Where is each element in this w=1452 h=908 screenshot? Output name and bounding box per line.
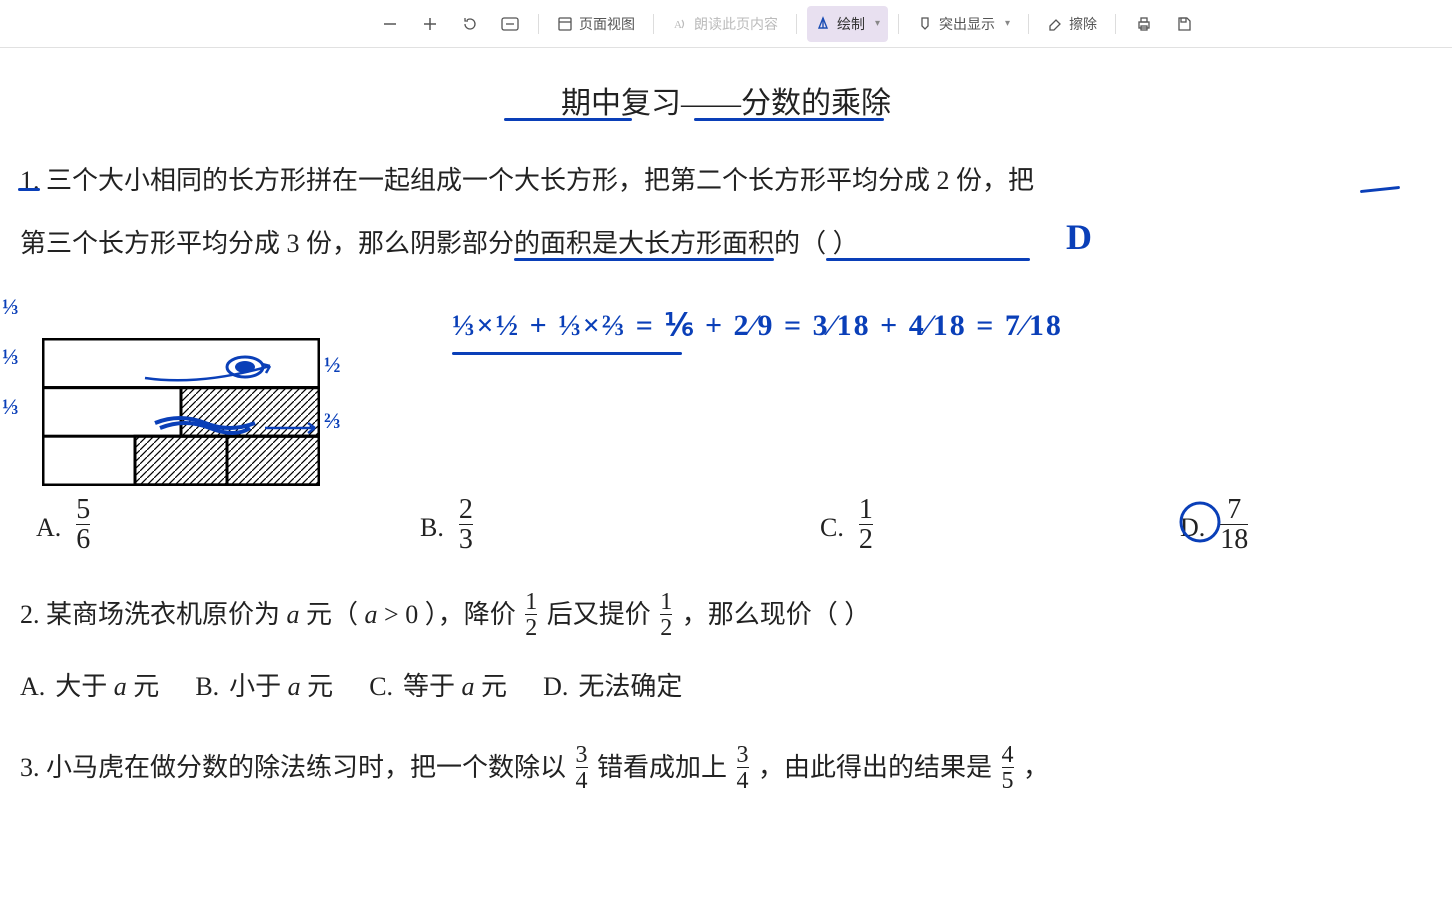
q2-f2d: 2 [660,614,672,640]
zoom-in-button[interactable] [412,6,448,42]
ink-row1-label: ⅓ [2,294,19,320]
opt-c-num: 1 [859,496,873,524]
opt-a-den: 6 [76,524,90,554]
q1-option-c: C. 12 [820,498,1180,556]
q2-f1n: 1 [525,590,537,614]
fit-page-button[interactable] [492,6,528,42]
q1-line1: 1. 三个大小相同的长方形拼在一起组成一个大长方形，把第二个长方形平均分成 2 … [20,152,1432,209]
rotate-button[interactable] [452,6,488,42]
opt-b-den: 3 [459,524,473,554]
toolbar-separator [538,14,539,34]
q2-e: ，那么现价（ ） [675,600,870,629]
q1-option-a: A. 56 [20,498,420,556]
page-view-label: 页面视图 [579,14,635,34]
pdf-toolbar: 页面视图 A 朗读此页内容 绘制 ▾ 突出显示 ▾ 擦除 [0,0,1452,48]
q1-figure [42,338,320,486]
q2-line: 2. 某商场洗衣机原价为 a 元（ a > 0 ），降价 12 后又提价 12 … [20,586,1432,643]
q2-d: 后又提价 [540,600,657,629]
opt-d-den: 18 [1220,524,1248,554]
opt-d-label: D. [1180,499,1205,556]
chevron-down-icon: ▾ [1005,18,1010,29]
highlight-button[interactable]: 突出显示 ▾ [909,6,1018,42]
toolbar-separator [898,14,899,34]
q3-line: 3. 小马虎在做分数的除法练习时，把一个数除以 34 错看成加上 34 ，由此得… [20,739,1432,796]
opt-b-num: 2 [459,496,473,524]
q1-line2-e: （ ） [800,229,859,258]
draw-label: 绘制 [837,14,865,34]
read-aloud-label: 朗读此页内容 [694,14,778,34]
opt-b-label: B. [420,499,444,556]
q1-line2-a: 第三个长方形平均分成 3 份，那么 [20,229,410,258]
q1-options: A. 56 B. 23 C. 12 D. 718 [20,498,1432,556]
q2-f2n: 1 [660,590,672,614]
print-button[interactable] [1126,6,1162,42]
q1-line2-c: 是 [592,229,618,258]
page-title: 期中复习——分数的乘除 [20,78,1432,122]
q3-b: 错看成加上 [591,753,734,782]
q2-option-b: B.小于 a 元 [195,658,333,715]
q2-c: > 0 ），降价 [378,600,523,629]
q2-option-c: C.等于 a 元 [369,658,507,715]
q3-d: ， [1017,753,1050,782]
q2-f1d: 2 [525,614,537,640]
q1-option-d: D. 718 [1180,498,1251,556]
document-page: 期中复习——分数的乘除 1. 三个大小相同的长方形拼在一起组成一个大长方形，把第… [0,48,1452,908]
zoom-out-button[interactable] [372,6,408,42]
save-button[interactable] [1166,6,1202,42]
ink-row2-label: ⅓ [2,344,19,370]
erase-button[interactable]: 擦除 [1039,6,1105,42]
q1-line2-b: 阴影部分的面积 [410,229,592,258]
read-aloud-button[interactable]: A 朗读此页内容 [664,6,786,42]
ink-row3-label: ⅓ [2,394,19,420]
q2-option-d: D.无法确定 [543,658,682,715]
page-view-button[interactable]: 页面视图 [549,6,643,42]
opt-a-num: 5 [76,496,90,524]
q1-line2: 第三个长方形平均分成 3 份，那么阴影部分的面积是大长方形面积的（ ） [20,215,1432,272]
q2-options: A.大于 a 元 B.小于 a 元 C.等于 a 元 D.无法确定 [20,658,1432,715]
toolbar-separator [796,14,797,34]
q1-line2-d: 大长方形面积的 [618,229,800,258]
highlight-label: 突出显示 [939,14,995,34]
q2-a: 2. 某商场洗衣机原价为 [20,600,287,629]
opt-c-den: 2 [859,524,873,554]
opt-d-num: 7 [1227,496,1241,524]
svg-text:A: A [674,19,682,31]
document-content: 1. 三个大小相同的长方形拼在一起组成一个大长方形，把第二个长方形平均分成 2 … [20,152,1432,796]
toolbar-separator [1115,14,1116,34]
opt-a-label: A. [36,499,61,556]
q3-a: 3. 小马虎在做分数的除法练习时，把一个数除以 [20,753,573,782]
q1-option-b: B. 23 [420,498,820,556]
erase-label: 擦除 [1069,14,1097,34]
toolbar-separator [1028,14,1029,34]
q3-c: ，由此得出的结果是 [752,753,999,782]
q2-b: 元（ [300,600,365,629]
chevron-down-icon: ▾ [875,18,880,29]
toolbar-separator [653,14,654,34]
draw-button[interactable]: 绘制 ▾ [807,6,888,42]
q2-option-a: A.大于 a 元 [20,658,159,715]
opt-c-label: C. [820,499,844,556]
